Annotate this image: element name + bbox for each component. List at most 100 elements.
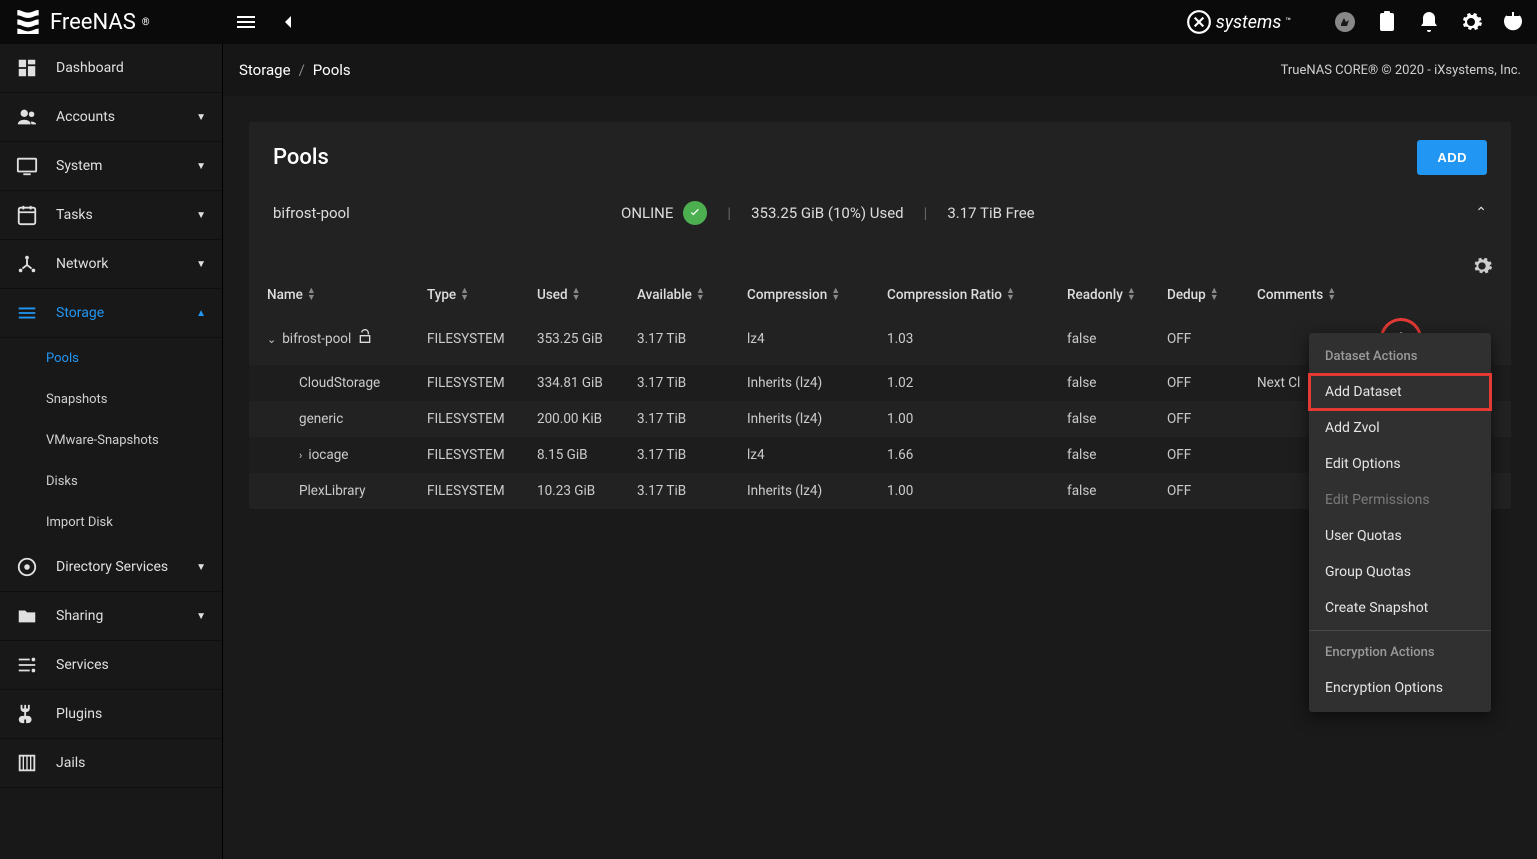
menu-section-encryption: Encryption Actions <box>1309 635 1491 670</box>
sidebar-item-label: Sharing <box>56 608 103 624</box>
dashboard-icon <box>16 57 38 79</box>
sidebar-item-label: Network <box>56 256 108 272</box>
ixsystems-logo[interactable]: systems™ <box>1186 9 1291 35</box>
table-header: Name▲▼ Type▲▼ Used▲▼ Available▲▼ Compres… <box>249 277 1511 313</box>
sidebar-item-directory[interactable]: Directory Services ▼ <box>0 543 222 592</box>
dataset-name: bifrost-pool <box>282 331 351 347</box>
sidebar-subitem-disks[interactable]: Disks <box>0 461 222 502</box>
ixsystems-text: systems <box>1216 12 1282 33</box>
cell-comp: Inherits (lz4) <box>747 411 887 427</box>
cell-avail: 3.17 TiB <box>637 411 747 427</box>
cell-avail: 3.17 TiB <box>637 331 747 347</box>
col-compression[interactable]: Compression▲▼ <box>747 287 887 303</box>
sidebar-subitem-pools[interactable]: Pools <box>0 338 222 379</box>
menu-group-quotas[interactable]: Group Quotas <box>1309 554 1491 590</box>
add-button[interactable]: ADD <box>1417 140 1487 175</box>
cell-comp: lz4 <box>747 331 887 347</box>
chevron-down-icon[interactable]: ⌄ <box>267 333 276 346</box>
accounts-icon <box>16 106 38 128</box>
cell-ro: false <box>1067 411 1167 427</box>
menu-edit-permissions: Edit Permissions <box>1309 482 1491 518</box>
cell-avail: 3.17 TiB <box>637 483 747 499</box>
cell-ro: false <box>1067 483 1167 499</box>
gear-icon[interactable] <box>1459 10 1483 34</box>
cell-ro: false <box>1067 331 1167 347</box>
col-comments[interactable]: Comments▲▼ <box>1257 287 1377 303</box>
cell-ratio: 1.03 <box>887 331 1067 347</box>
collapse-pool-icon[interactable]: ⌃ <box>1475 205 1487 221</box>
bell-icon[interactable] <box>1417 10 1441 34</box>
sidebar-subitem-vmware[interactable]: VMware-Snapshots <box>0 420 222 461</box>
sidebar-item-dashboard[interactable]: Dashboard <box>0 44 222 93</box>
system-icon <box>16 155 38 177</box>
menu-add-zvol[interactable]: Add Zvol <box>1309 410 1491 446</box>
plugins-icon <box>16 703 38 725</box>
check-icon <box>683 201 707 225</box>
cell-ratio: 1.66 <box>887 447 1067 463</box>
breadcrumb-root[interactable]: Storage <box>239 61 291 79</box>
pool-summary-row: bifrost-pool ONLINE | 353.25 GiB (10%) U… <box>249 187 1511 247</box>
sidebar-item-sharing[interactable]: Sharing ▼ <box>0 592 222 641</box>
chevron-down-icon: ▼ <box>196 611 206 622</box>
cell-dedup: OFF <box>1167 375 1257 391</box>
col-used[interactable]: Used▲▼ <box>537 287 637 303</box>
col-name[interactable]: Name▲▼ <box>267 287 427 303</box>
cell-comp: Inherits (lz4) <box>747 375 887 391</box>
brand-logo: FreeNAS® <box>12 6 222 38</box>
col-type[interactable]: Type▲▼ <box>427 287 537 303</box>
col-ratio[interactable]: Compression Ratio▲▼ <box>887 287 1067 303</box>
sidebar-subitem-snapshots[interactable]: Snapshots <box>0 379 222 420</box>
dataset-name: iocage <box>308 447 348 463</box>
menu-icon[interactable] <box>234 10 258 34</box>
sidebar-item-tasks[interactable]: Tasks ▼ <box>0 191 222 240</box>
page-title: Pools <box>273 145 329 170</box>
cell-type: FILESYSTEM <box>427 375 537 391</box>
dataset-name: PlexLibrary <box>299 483 366 499</box>
cell-dedup: OFF <box>1167 483 1257 499</box>
sidebar-item-label: Dashboard <box>56 60 124 76</box>
sidebar-item-label: Plugins <box>56 706 102 722</box>
chevron-right-icon[interactable]: › <box>299 449 302 462</box>
dataset-actions-menu: Dataset Actions Add Dataset Add Zvol Edi… <box>1309 333 1491 712</box>
table-settings-icon[interactable] <box>1471 255 1493 277</box>
col-dedup[interactable]: Dedup▲▼ <box>1167 287 1257 303</box>
menu-edit-options[interactable]: Edit Options <box>1309 446 1491 482</box>
brand-text: FreeNAS <box>50 10 136 35</box>
breadcrumb: Storage / Pools TrueNAS CORE® © 2020 - i… <box>223 44 1537 96</box>
sharing-icon <box>16 605 38 627</box>
back-icon[interactable] <box>276 10 300 34</box>
menu-add-dataset[interactable]: Add Dataset <box>1309 374 1491 410</box>
sidebar-item-system[interactable]: System ▼ <box>0 142 222 191</box>
menu-create-snapshot[interactable]: Create Snapshot <box>1309 590 1491 626</box>
cell-used: 334.81 GiB <box>537 375 637 391</box>
sidebar-item-network[interactable]: Network ▼ <box>0 240 222 289</box>
col-available[interactable]: Available▲▼ <box>637 287 747 303</box>
cell-used: 200.00 KiB <box>537 411 637 427</box>
sidebar-item-label: Jails <box>56 755 85 771</box>
sidebar-item-label: Storage <box>56 305 104 321</box>
cell-used: 10.23 GiB <box>537 483 637 499</box>
cell-ro: false <box>1067 375 1167 391</box>
sidebar-item-services[interactable]: Services <box>0 641 222 690</box>
menu-section-dataset: Dataset Actions <box>1309 339 1491 374</box>
breadcrumb-leaf: Pools <box>313 61 351 79</box>
clipboard-icon[interactable] <box>1375 10 1399 34</box>
truecommand-icon[interactable] <box>1333 10 1357 34</box>
cell-ro: false <box>1067 447 1167 463</box>
cell-comp: Inherits (lz4) <box>747 483 887 499</box>
menu-user-quotas[interactable]: User Quotas <box>1309 518 1491 554</box>
sidebar-subitem-import[interactable]: Import Disk <box>0 502 222 543</box>
power-icon[interactable] <box>1501 10 1525 34</box>
breadcrumb-sep: / <box>299 61 305 79</box>
sidebar-item-jails[interactable]: Jails <box>0 739 222 788</box>
dataset-name: generic <box>299 411 343 427</box>
col-readonly[interactable]: Readonly▲▼ <box>1067 287 1167 303</box>
cell-ratio: 1.02 <box>887 375 1067 391</box>
cell-comp: lz4 <box>747 447 887 463</box>
sidebar-item-storage[interactable]: Storage ▲ <box>0 289 222 338</box>
chevron-down-icon: ▼ <box>196 259 206 270</box>
sidebar-item-plugins[interactable]: Plugins <box>0 690 222 739</box>
sidebar-item-accounts[interactable]: Accounts ▼ <box>0 93 222 142</box>
menu-encryption-options[interactable]: Encryption Options <box>1309 670 1491 706</box>
cell-used: 8.15 GiB <box>537 447 637 463</box>
